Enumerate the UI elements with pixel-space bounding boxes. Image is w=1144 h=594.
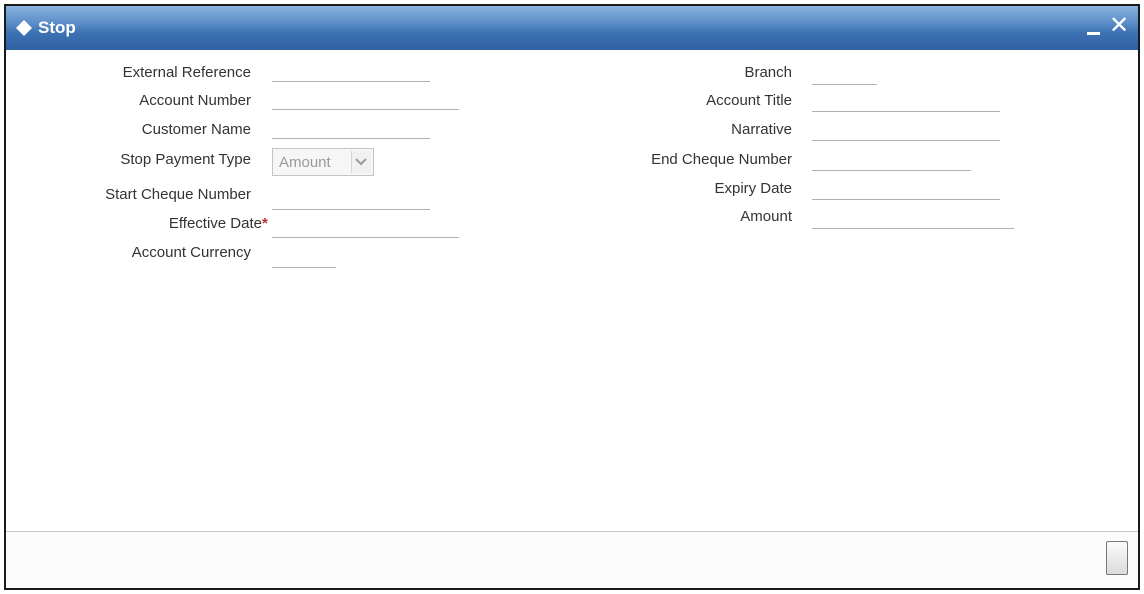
exit-button[interactable] bbox=[1106, 541, 1128, 575]
end-cheque-number-field[interactable] bbox=[812, 154, 971, 171]
window-title: Stop bbox=[38, 18, 76, 37]
customer-name-label: Customer Name bbox=[141, 121, 251, 138]
branch-label: Branch bbox=[744, 64, 792, 81]
branch-field[interactable] bbox=[812, 68, 877, 85]
start-cheque-number-label: Start Cheque Number bbox=[105, 186, 251, 203]
amount-field[interactable] bbox=[812, 212, 1014, 229]
amount-label: Amount bbox=[740, 208, 792, 225]
narrative-field[interactable] bbox=[812, 124, 1000, 141]
stop-payment-type-value: Amount bbox=[279, 154, 331, 171]
account-currency-field[interactable] bbox=[272, 251, 336, 268]
account-title-label: Account Title bbox=[706, 92, 792, 109]
narrative-label: Narrative bbox=[731, 121, 792, 138]
account-number-label: Account Number bbox=[139, 92, 251, 109]
close-icon[interactable]: ✕ bbox=[1108, 14, 1130, 38]
expiry-date-field[interactable] bbox=[812, 183, 1000, 200]
stop-payment-type-select[interactable]: Amount bbox=[272, 148, 374, 176]
stop-form: External Reference Account Number Custom… bbox=[6, 50, 1138, 532]
stop-window: Stop ✕ External Reference Account Number… bbox=[4, 4, 1140, 590]
account-number-field[interactable] bbox=[272, 93, 459, 110]
stop-payment-type-label: Stop Payment Type bbox=[120, 151, 251, 168]
customer-name-field[interactable] bbox=[272, 122, 430, 139]
required-marker: * bbox=[262, 215, 268, 232]
account-currency-label: Account Currency bbox=[131, 244, 251, 261]
footer-bar bbox=[6, 531, 1138, 588]
expiry-date-label: Expiry Date bbox=[714, 180, 792, 197]
start-cheque-number-field[interactable] bbox=[272, 193, 430, 210]
account-title-field[interactable] bbox=[812, 95, 1000, 112]
effective-date-field[interactable] bbox=[272, 221, 459, 238]
minimize-icon[interactable] bbox=[1084, 16, 1104, 38]
diamond-icon bbox=[16, 20, 32, 36]
external-reference-field[interactable] bbox=[272, 65, 430, 82]
effective-date-label: Effective Date bbox=[168, 215, 262, 232]
title-bar[interactable]: Stop ✕ bbox=[6, 6, 1138, 50]
chevron-down-icon[interactable] bbox=[351, 151, 371, 173]
end-cheque-number-label: End Cheque Number bbox=[651, 151, 792, 168]
external-reference-label: External Reference bbox=[122, 64, 251, 81]
